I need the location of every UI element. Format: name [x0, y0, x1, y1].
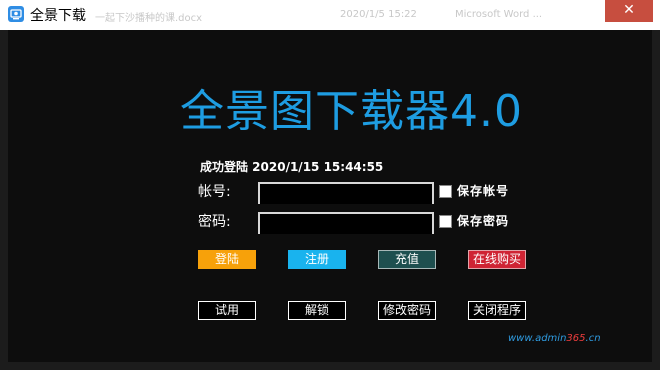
password-label: 密码: [198, 214, 231, 230]
register-button[interactable]: 注册 [288, 250, 346, 269]
close-program-button[interactable]: 关闭程序 [468, 301, 526, 320]
password-input[interactable] [260, 216, 432, 234]
account-label: 帐号: [198, 184, 231, 200]
save-account-label: 保存帐号 [457, 184, 510, 198]
login-status: 成功登陆 2020/1/15 15:44:55 [200, 160, 384, 174]
save-account-checkbox[interactable] [439, 185, 452, 198]
account-input[interactable] [260, 186, 432, 204]
watermark-accent: 365 [566, 333, 586, 344]
password-field-frame [258, 212, 434, 234]
watermark-suffix: .cn [585, 333, 601, 344]
recharge-button[interactable]: 充值 [378, 250, 436, 269]
title-bar[interactable]: 一起下沙播种的课.docx 2020/1/5 15:22 Microsoft W… [0, 0, 660, 30]
login-button[interactable]: 登陆 [198, 250, 256, 269]
save-password-label: 保存密码 [457, 214, 510, 228]
site-watermark: www.admin365.cn [508, 333, 601, 344]
trial-button[interactable]: 试用 [198, 301, 256, 320]
close-x-icon: ✕ [623, 2, 635, 18]
background-ghost-text: 2020/1/5 15:22 [340, 9, 417, 20]
change-password-button[interactable]: 修改密码 [378, 301, 436, 320]
buy-online-button[interactable]: 在线购买 [468, 250, 526, 269]
app-window: 一起下沙播种的课.docx 2020/1/5 15:22 Microsoft W… [0, 0, 660, 370]
watermark-prefix: www.admin [508, 333, 567, 344]
close-button[interactable]: ✕ [605, 0, 653, 22]
background-ghost-text: 一起下沙播种的课.docx [95, 13, 203, 24]
app-title: 全景图下载器4.0 [180, 86, 523, 137]
window-title: 全景下载 [30, 8, 86, 24]
unlock-button[interactable]: 解锁 [288, 301, 346, 320]
background-ghost-text: Microsoft Word ... [455, 9, 543, 20]
panorama-camera-icon [8, 6, 24, 22]
save-password-checkbox[interactable] [439, 215, 452, 228]
account-field-frame [258, 182, 434, 204]
